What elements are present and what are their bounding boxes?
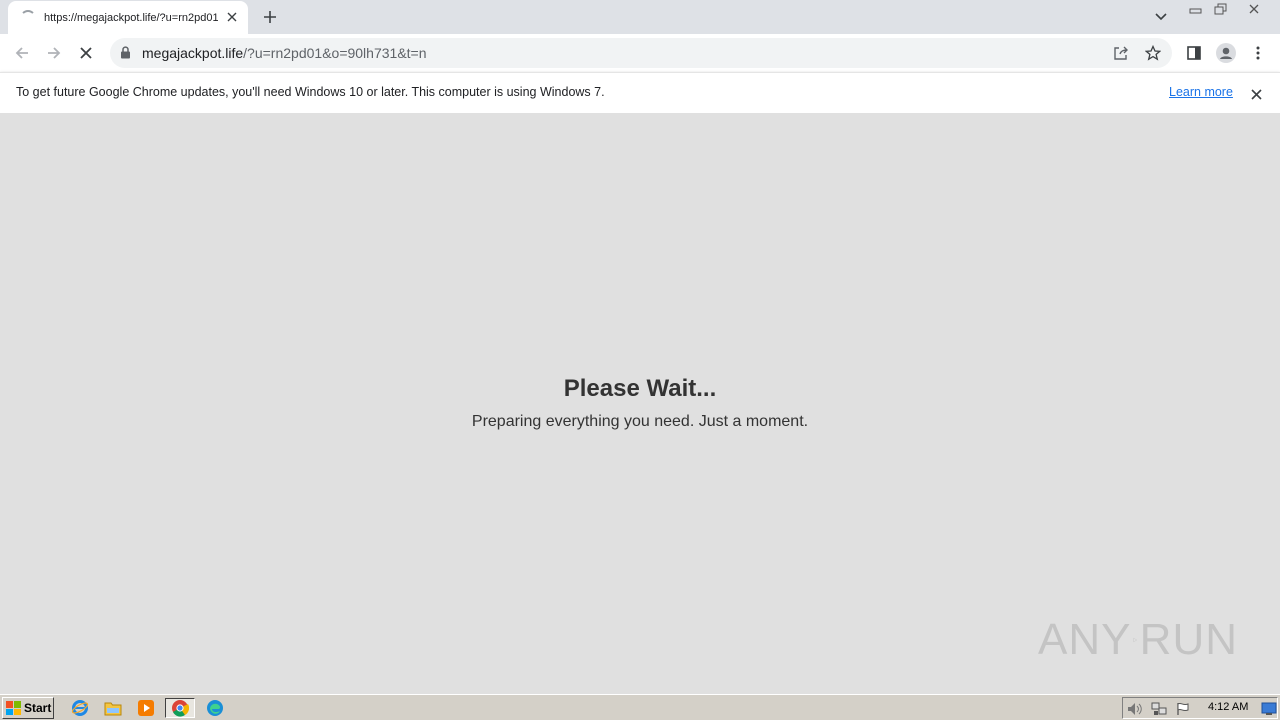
back-button[interactable] <box>8 39 36 67</box>
bookmark-button[interactable] <box>1142 43 1164 63</box>
taskbar-edge[interactable] <box>203 698 227 718</box>
volume-icon <box>1128 703 1142 715</box>
taskbar-clock[interactable]: 4:12 AM <box>1208 701 1248 713</box>
play-logo-icon <box>1133 637 1138 643</box>
taskbar-file-explorer[interactable] <box>101 698 125 718</box>
watermark-right: RUN <box>1139 615 1238 664</box>
browser-tab[interactable]: https://megajackpot.life/?u=rn2pd01&o=90… <box>8 1 248 34</box>
loading-spinner-icon <box>20 9 36 26</box>
infobar-close-button[interactable] <box>1246 84 1266 104</box>
close-icon <box>1249 4 1259 14</box>
volume-button[interactable] <box>1127 701 1143 717</box>
close-icon <box>80 47 92 59</box>
tab-close-button[interactable] <box>224 9 240 25</box>
media-player-icon <box>138 700 154 716</box>
taskbar-chrome[interactable] <box>165 698 195 718</box>
share-icon <box>1114 46 1128 60</box>
windows-logo-icon <box>6 701 21 715</box>
address-bar[interactable]: megajackpot.life/?u=rn2pd01&o=90lh731&t=… <box>110 38 1172 68</box>
url-host: megajackpot.life <box>142 45 244 61</box>
page-subtitle: Preparing everything you need. Just a mo… <box>471 413 809 430</box>
chevron-down-icon <box>1155 13 1167 21</box>
more-vertical-icon <box>1256 46 1260 60</box>
watermark-left: ANY <box>1038 615 1132 664</box>
network-button[interactable] <box>1151 701 1167 717</box>
start-label: Start <box>24 701 52 715</box>
action-center-button[interactable] <box>1175 701 1191 717</box>
window-close-button[interactable] <box>1238 0 1270 18</box>
profile-button[interactable] <box>1212 39 1240 67</box>
file-explorer-icon <box>104 702 122 716</box>
share-button[interactable] <box>1110 43 1132 63</box>
url-path: /?u=rn2pd01&o=90lh731&t=n <box>243 45 427 61</box>
arrow-right-icon <box>48 47 61 59</box>
page-title: Please Wait... <box>563 375 717 402</box>
learn-more-link[interactable]: Learn more <box>1169 85 1233 99</box>
page-content: Please Wait... Preparing everything you … <box>0 113 1280 694</box>
taskbar-internet-explorer[interactable] <box>68 698 92 718</box>
tab-title: https://megajackpot.life/?u=rn2pd01&o=90… <box>44 11 218 24</box>
show-desktop-button[interactable] <box>1261 701 1277 717</box>
stop-loading-button[interactable] <box>72 39 100 67</box>
system-tray <box>1122 697 1278 719</box>
internet-explorer-icon <box>71 700 89 716</box>
desktop-icon <box>1261 702 1277 715</box>
anyrun-watermark: ANY RUN <box>1038 608 1238 672</box>
close-icon <box>1250 88 1262 100</box>
window-minimize-button[interactable] <box>1183 0 1209 18</box>
network-icon <box>1151 702 1167 715</box>
minimize-icon <box>1189 8 1202 14</box>
taskbar-media-player[interactable] <box>134 698 158 718</box>
browser-toolbar: megajackpot.life/?u=rn2pd01&o=90lh731&t=… <box>0 34 1280 72</box>
restore-icon <box>1214 3 1227 15</box>
forward-button[interactable] <box>40 39 68 67</box>
tab-search-button[interactable] <box>1150 7 1172 27</box>
avatar-icon <box>1216 43 1236 63</box>
window-restore-button[interactable] <box>1208 0 1234 18</box>
tab-strip: https://megajackpot.life/?u=rn2pd01&o=90… <box>0 0 1280 34</box>
star-icon <box>1145 45 1161 61</box>
infobar-message: To get future Google Chrome updates, you… <box>16 85 605 99</box>
start-button[interactable]: Start <box>2 697 54 719</box>
arrow-left-icon <box>15 47 28 59</box>
side-panel-icon <box>1187 46 1201 60</box>
close-icon <box>227 12 237 22</box>
update-infobar: To get future Google Chrome updates, you… <box>0 72 1280 113</box>
new-tab-button[interactable] <box>258 5 282 29</box>
plus-icon <box>264 11 276 23</box>
edge-icon <box>207 700 223 716</box>
side-panel-button[interactable] <box>1180 39 1208 67</box>
url-text[interactable]: megajackpot.life/?u=rn2pd01&o=90lh731&t=… <box>142 45 427 61</box>
flag-icon <box>1177 702 1189 715</box>
windows-taskbar: Start 4:12 AM <box>0 694 1280 720</box>
menu-button[interactable] <box>1244 39 1272 67</box>
lock-icon[interactable] <box>120 46 131 59</box>
chrome-icon <box>172 700 189 717</box>
